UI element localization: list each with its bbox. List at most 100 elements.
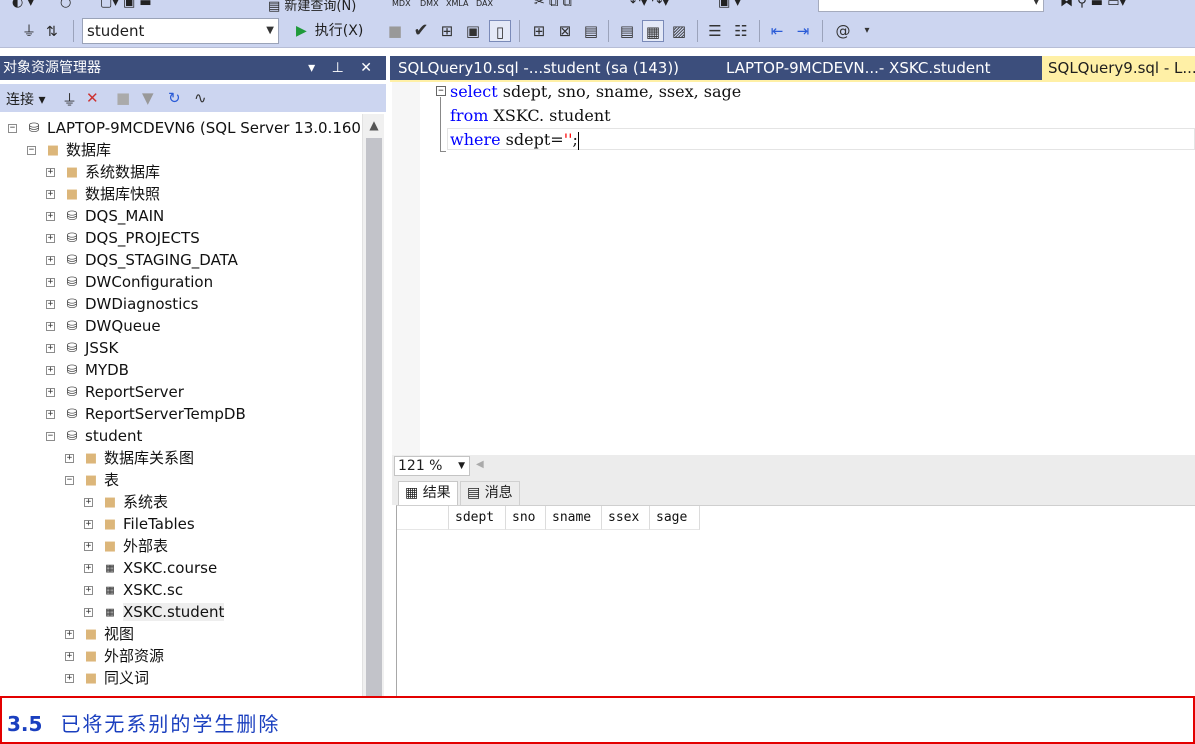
tab-sqlquery9[interactable]: SQLQuery9.sql - L...: [1042, 56, 1195, 80]
new-query-button[interactable]: ▤ 新建查询(N): [268, 0, 356, 14]
dmx-query-icon[interactable]: DMX: [420, 0, 439, 8]
tree-node-database[interactable]: + ⛁ ReportServer: [46, 381, 184, 403]
expand-icon[interactable]: +: [46, 256, 55, 265]
scroll-up-icon[interactable]: ▲: [363, 118, 385, 132]
tree-node-synonyms[interactable]: + ■ 同义词: [65, 667, 149, 689]
mdx-query-icon[interactable]: MDX: [392, 0, 411, 8]
plug-icon[interactable]: ⏚: [22, 22, 36, 42]
xmla-query-icon[interactable]: XMLA: [446, 0, 469, 8]
results-grid-icon[interactable]: ▦: [642, 20, 664, 42]
connect-dropdown[interactable]: 连接 ▾: [6, 89, 45, 109]
results-to-text-icon[interactable]: ▤: [616, 20, 638, 42]
activity-monitor-icon[interactable]: ∿: [194, 89, 207, 107]
tree-node-database[interactable]: + ⛁ DQS_STAGING_DATA: [46, 249, 238, 271]
uncomment-icon[interactable]: ☷: [730, 20, 752, 42]
tab-results[interactable]: ▦ 结果: [398, 481, 458, 505]
results-grid[interactable]: sdept sno sname ssex sage: [396, 505, 1195, 696]
tree-node-server[interactable]: − ⛁ LAPTOP-9MCDEVN6 (SQL Server 13.0.1601.: [8, 117, 362, 139]
tab-messages[interactable]: ▤ 消息: [460, 481, 520, 505]
back-icon[interactable]: ◐ ▾: [12, 0, 34, 10]
tree-node-system-tables[interactable]: + ■ 系统表: [84, 491, 168, 513]
increase-indent-icon[interactable]: ⇥: [792, 20, 814, 42]
tree-node-database[interactable]: + ⛁ ReportServerTempDB: [46, 403, 246, 425]
results-to-file-icon[interactable]: ▨: [668, 20, 690, 42]
connect-icon[interactable]: ⏚: [62, 89, 77, 110]
expand-icon[interactable]: +: [65, 630, 74, 639]
column-header-sdept[interactable]: sdept: [449, 506, 506, 530]
change-connection-icon[interactable]: ⇅: [46, 22, 58, 42]
sql-editor[interactable]: − select sdept, sno, sname, ssex, sage f…: [392, 82, 1195, 455]
expand-icon[interactable]: +: [84, 586, 93, 595]
expand-icon[interactable]: +: [46, 388, 55, 397]
tree-node-tables[interactable]: − ■ 表: [65, 469, 119, 491]
tree-node-database[interactable]: + ⛁ JSSK: [46, 337, 118, 359]
expand-icon[interactable]: +: [84, 608, 93, 617]
column-header-sno[interactable]: sno: [506, 506, 546, 530]
search-combobox[interactable]: ▾: [818, 0, 1044, 12]
column-header-sage[interactable]: sage: [650, 506, 700, 530]
expand-icon[interactable]: +: [84, 498, 93, 507]
tree-scrollbar[interactable]: ▲: [362, 114, 385, 698]
execute-button[interactable]: ▶ 执行(X): [296, 19, 363, 43]
column-header-sname[interactable]: sname: [546, 506, 602, 530]
client-stats-icon[interactable]: ▤: [580, 20, 602, 42]
refresh-icon[interactable]: ↻: [168, 89, 181, 107]
toolbar-overflow-icon[interactable]: ▾: [856, 20, 878, 42]
tree-node-views[interactable]: + ■ 视图: [65, 623, 134, 645]
tree-node-external-tables[interactable]: + ■ 外部表: [84, 535, 168, 557]
collapse-icon[interactable]: −: [27, 146, 36, 155]
tree-node-databases[interactable]: − ■ 数据库: [27, 139, 111, 161]
dax-query-icon[interactable]: DAX: [476, 0, 493, 8]
results-to-grid-icon[interactable]: ▯: [489, 20, 511, 42]
tree-node-database[interactable]: + ⛁ DQS_MAIN: [46, 205, 164, 227]
collapse-icon[interactable]: −: [436, 86, 446, 96]
expand-icon[interactable]: +: [46, 190, 55, 199]
forward-icon[interactable]: ○: [60, 0, 71, 10]
panel-controls[interactable]: ▾ ⊥ ✕: [308, 56, 378, 80]
tree-node-database-student[interactable]: − ⛁ student: [46, 425, 142, 447]
tree-node-diagrams[interactable]: + ■ 数据库关系图: [65, 447, 194, 469]
expand-icon[interactable]: +: [46, 410, 55, 419]
include-plan-icon[interactable]: ⊞: [528, 20, 550, 42]
expand-icon[interactable]: +: [65, 652, 74, 661]
display-plan-icon[interactable]: ⊞: [436, 20, 458, 42]
solution-explorer-icon[interactable]: ⧓ ⚲ ▬ ▭▾: [1060, 0, 1126, 10]
specify-values-icon[interactable]: @: [832, 20, 854, 42]
expand-icon[interactable]: +: [46, 300, 55, 309]
undo-icon[interactable]: ↶▾ ↷▾: [630, 0, 669, 10]
scrollbar-thumb[interactable]: [366, 138, 382, 698]
tab-sqlquery10[interactable]: SQLQuery10.sql -...student (sa (143)): [398, 56, 718, 80]
collapse-icon[interactable]: −: [46, 432, 55, 441]
tree-node-database[interactable]: + ⛁ DWQueue: [46, 315, 161, 337]
expand-icon[interactable]: +: [84, 520, 93, 529]
expand-icon[interactable]: +: [46, 234, 55, 243]
tab-xskc-student[interactable]: LAPTOP-9MCDEVN...- XSKC.student: [726, 56, 1026, 80]
expand-icon[interactable]: +: [65, 454, 74, 463]
filter-icon[interactable]: ▼: [142, 89, 154, 107]
tree-node-file-tables[interactable]: + ■ FileTables: [84, 513, 195, 535]
tree-node-table[interactable]: + ▦ XSKC.sc: [84, 579, 183, 601]
expand-icon[interactable]: +: [46, 322, 55, 331]
expand-icon[interactable]: +: [46, 366, 55, 375]
expand-icon[interactable]: +: [84, 564, 93, 573]
disconnect-icon[interactable]: ✕: [86, 89, 99, 107]
zoom-selector[interactable]: 121 % ▼: [394, 456, 470, 476]
tree-node-db-snapshots[interactable]: + ■ 数据库快照: [46, 183, 160, 205]
expand-icon[interactable]: +: [46, 212, 55, 221]
scroll-left-icon[interactable]: ◀: [476, 459, 484, 470]
tree-node-database[interactable]: + ⛁ DWDiagnostics: [46, 293, 198, 315]
query-designer-icon[interactable]: ▣: [462, 20, 484, 42]
decrease-indent-icon[interactable]: ⇤: [766, 20, 788, 42]
tree-node-table[interactable]: + ▦ XSKC.course: [84, 557, 217, 579]
stop-icon[interactable]: ■: [116, 89, 130, 107]
expand-icon[interactable]: +: [46, 278, 55, 287]
cut-icon[interactable]: ✂ ⧉ ⧉: [534, 0, 572, 10]
tree-node-database[interactable]: + ⛁ DQS_PROJECTS: [46, 227, 200, 249]
database-selector[interactable]: student ▼: [82, 18, 279, 44]
stop-icon[interactable]: ■: [384, 20, 406, 42]
collapse-icon[interactable]: −: [65, 476, 74, 485]
comment-icon[interactable]: ☰: [704, 20, 726, 42]
new-project-icon[interactable]: ▢▾ ▣ ▬: [100, 0, 152, 10]
debug-icon[interactable]: ▣ ▾: [718, 0, 741, 10]
tree-node-database[interactable]: + ⛁ DWConfiguration: [46, 271, 213, 293]
